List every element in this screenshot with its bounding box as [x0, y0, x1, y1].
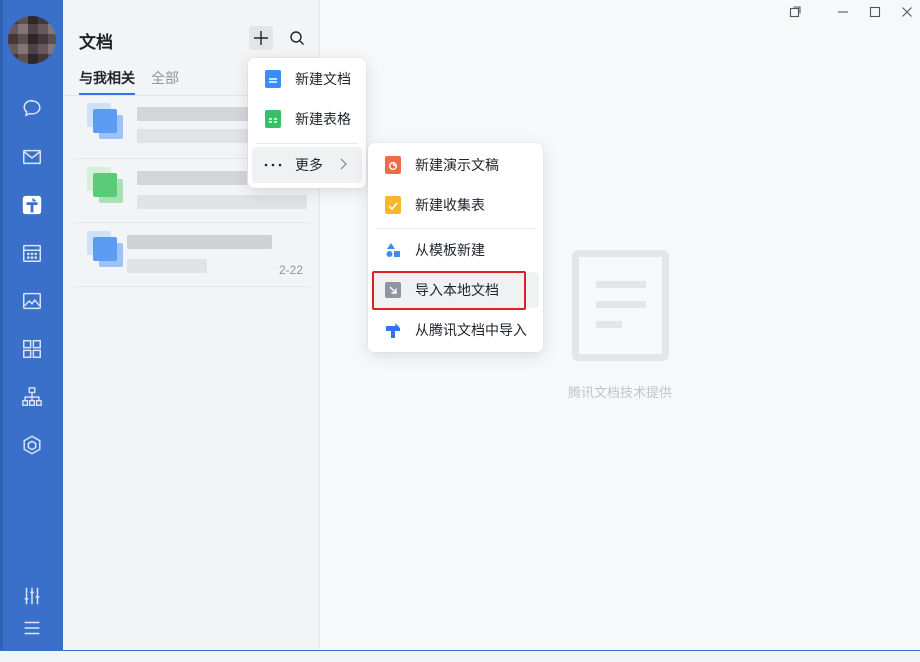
chat-icon[interactable] — [20, 96, 44, 120]
doc-icon — [264, 70, 282, 88]
doc-line — [596, 321, 622, 328]
left-rail — [0, 0, 63, 650]
app-window: 文档 与我相关 全部 2-22 腾讯文档技术提供 新建文档 新建表格 更多 新建… — [0, 0, 920, 662]
highlight-annotation — [372, 271, 526, 310]
tab-all[interactable]: 全部 — [151, 68, 179, 88]
menu-divider — [256, 143, 358, 144]
menu-icon[interactable] — [20, 616, 44, 640]
maximize-icon[interactable] — [866, 4, 884, 20]
menu-item-new-form[interactable]: 新建收集表 — [372, 187, 539, 223]
menu-divider — [376, 228, 535, 229]
menu-item-new-slides[interactable]: 新建演示文稿 — [372, 147, 539, 183]
empty-doc-icon — [572, 250, 669, 361]
tencent-docs-icon — [384, 321, 402, 339]
tab-related[interactable]: 与我相关 — [79, 68, 135, 95]
sheet-icon — [264, 110, 282, 128]
panel-title: 文档 — [79, 33, 113, 52]
redacted-meta — [137, 195, 307, 209]
menu-item-new-doc[interactable]: 新建文档 — [252, 61, 362, 97]
menu-item-label: 更多 — [295, 157, 323, 173]
chevron-right-icon — [338, 157, 348, 176]
menu-item-import-tencent[interactable]: 从腾讯文档中导入 — [372, 312, 539, 348]
item-divider — [75, 286, 309, 287]
redacted-title — [127, 235, 272, 249]
rail-edge — [0, 0, 3, 650]
redacted-title — [137, 171, 247, 185]
menu-item-more[interactable]: 更多 — [252, 147, 362, 183]
form-icon — [384, 196, 402, 214]
ellipsis-icon — [264, 156, 282, 174]
more-submenu: 新建演示文稿 新建收集表 从模板新建 导入本地文档 从腾讯文档中导入 — [368, 143, 543, 352]
menu-item-from-template[interactable]: 从模板新建 — [372, 232, 539, 268]
sheet-thumb-icon — [93, 173, 117, 197]
bottom-strip — [0, 650, 920, 662]
plus-icon — [254, 31, 268, 45]
template-icon — [384, 241, 402, 259]
doc-date: 2-22 — [278, 263, 303, 277]
menu-item-label: 新建收集表 — [415, 197, 485, 213]
doc-line — [596, 301, 646, 308]
redacted-title — [137, 107, 257, 121]
close-icon[interactable] — [898, 4, 916, 20]
menu-item-label: 从腾讯文档中导入 — [415, 322, 527, 338]
avatar[interactable] — [8, 16, 56, 64]
minimize-icon[interactable] — [834, 4, 852, 20]
photo-icon[interactable] — [20, 289, 44, 313]
redacted-meta — [127, 259, 207, 273]
cube-icon[interactable] — [20, 433, 44, 457]
apps-icon[interactable] — [20, 337, 44, 361]
new-menu: 新建文档 新建表格 更多 — [248, 58, 366, 188]
list-item[interactable]: 2-22 — [75, 223, 309, 287]
search-icon — [290, 31, 304, 45]
pin-window-icon[interactable] — [786, 4, 804, 20]
menu-item-label: 新建文档 — [295, 71, 351, 87]
menu-item-new-sheet[interactable]: 新建表格 — [252, 101, 362, 137]
mail-icon[interactable] — [20, 145, 44, 169]
powered-by-text: 腾讯文档技术提供 — [568, 385, 673, 400]
doc-thumb-icon — [93, 237, 117, 261]
menu-item-label: 从模板新建 — [415, 242, 485, 258]
menu-item-label: 新建表格 — [295, 111, 351, 127]
org-icon[interactable] — [20, 385, 44, 409]
slides-icon — [384, 156, 402, 174]
search-button[interactable] — [287, 28, 307, 48]
calendar-icon[interactable] — [20, 241, 44, 265]
docs-icon[interactable] — [19, 192, 45, 218]
new-button[interactable] — [249, 26, 273, 50]
doc-thumb-icon — [93, 109, 117, 133]
doc-line — [596, 281, 646, 288]
settings-sliders-icon[interactable] — [20, 584, 44, 608]
menu-item-label: 新建演示文稿 — [415, 157, 499, 173]
